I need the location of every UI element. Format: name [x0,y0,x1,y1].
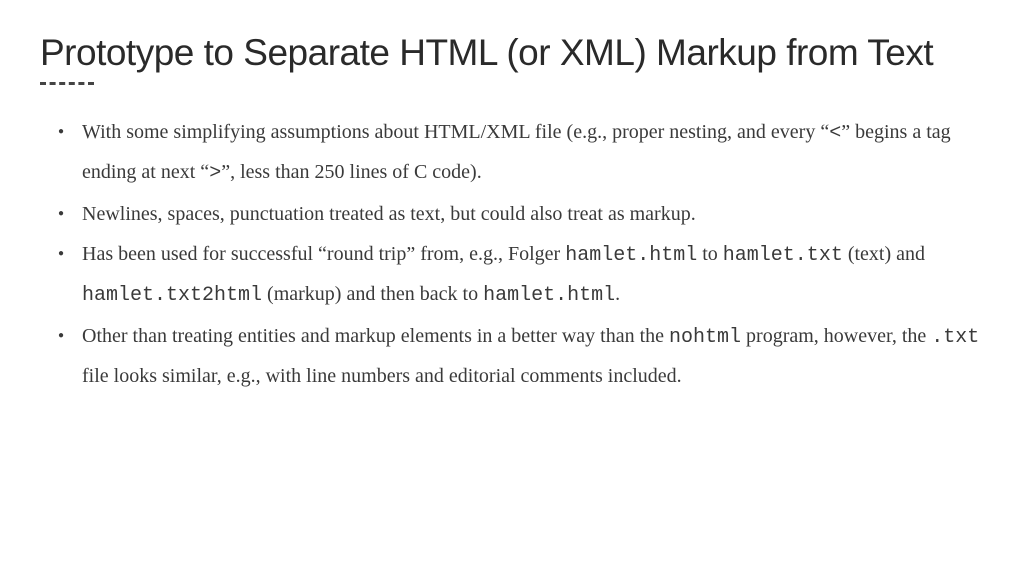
bullet-text: (markup) and then back to [262,283,483,305]
slide-title: Prototype to Separate HTML (or XML) Mark… [40,32,984,74]
code-txt-ext: .txt [931,326,979,349]
bullet-text: file looks similar, e.g., with line numb… [82,365,682,387]
code-hamlet-html-2: hamlet.html [483,284,615,307]
bullet-text: Other than treating entities and markup … [82,325,669,347]
bullet-text: Has been used for successful “round trip… [82,243,565,265]
title-underline [40,82,94,85]
list-item: With some simplifying assumptions about … [82,113,984,193]
bullet-list: With some simplifying assumptions about … [40,113,984,395]
code-gt: > [209,162,221,185]
bullet-text: With some simplifying assumptions about … [82,121,829,143]
bullet-text: program, however, the [741,325,931,347]
list-item: Other than treating entities and markup … [82,317,984,395]
list-item: Newlines, spaces, punctuation treated as… [82,195,984,233]
bullet-text: Newlines, spaces, punctuation treated as… [82,203,696,225]
code-hamlet-txt: hamlet.txt [723,244,843,267]
bullet-text: (text) and [843,243,925,265]
bullet-text: ”, less than 250 lines of C code). [221,161,482,183]
bullet-text: . [615,283,620,305]
code-hamlet-html: hamlet.html [565,244,697,267]
list-item: Has been used for successful “round trip… [82,235,984,315]
code-hamlet-txt2html: hamlet.txt2html [82,284,262,307]
code-nohtml: nohtml [669,326,741,349]
bullet-text: to [697,243,723,265]
code-lt: < [829,122,841,145]
